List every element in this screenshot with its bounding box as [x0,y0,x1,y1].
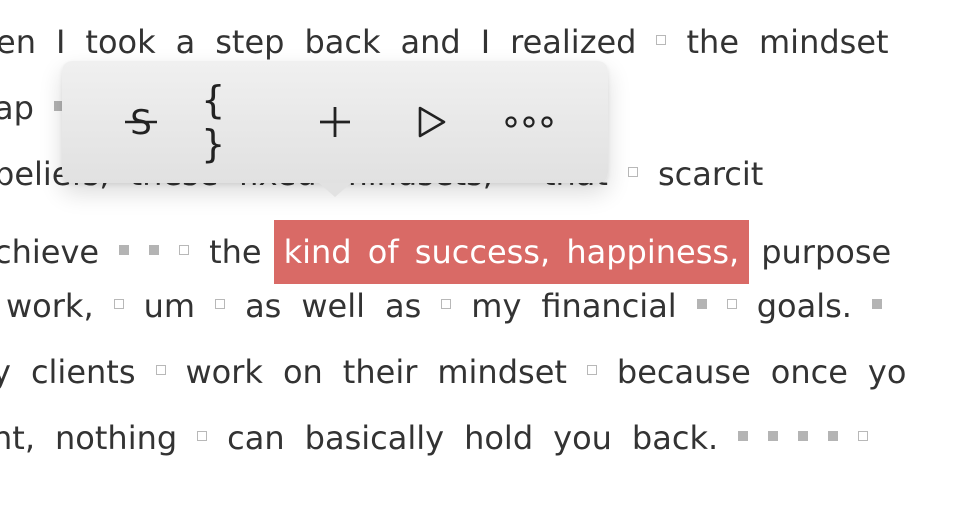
code-braces-button[interactable]: { } [202,78,274,166]
pause-marker-filled[interactable] [738,431,749,441]
transcript-word[interactable]: nt, [0,418,35,458]
strikethrough-button[interactable]: S [105,86,177,158]
pause-marker-empty[interactable] [726,299,737,309]
transcript-line[interactable]: work, um as well as my financial goals. [6,286,902,326]
pause-marker-empty[interactable] [179,245,190,255]
pause-marker-empty[interactable] [858,431,869,441]
transcript-word[interactable]: chieve [0,232,99,272]
transcript-word[interactable]: work [186,352,263,392]
strikethrough-icon: S [124,103,157,142]
transcript-word[interactable]: on [283,352,323,392]
transcript-word[interactable]: goals. [757,286,852,326]
transcript-word[interactable]: I [56,22,65,62]
transcript-word[interactable]: as [245,286,281,326]
transcript-word[interactable]: a [176,22,196,62]
transcript-word[interactable]: and [401,22,461,62]
pause-marker-empty[interactable] [197,431,208,441]
pause-marker-filled[interactable] [149,245,160,255]
pause-marker-filled[interactable] [871,299,882,309]
pause-marker-empty[interactable] [155,365,166,375]
pause-marker-filled[interactable] [696,299,707,309]
transcript-word[interactable]: purpose [761,232,891,272]
transcript-word[interactable]: clients [31,352,136,392]
transcript-word[interactable]: the [686,22,739,62]
transcript-line[interactable]: en Itook a step back and Irealized the mindset [0,22,909,62]
more-button[interactable] [493,86,565,158]
transcript-word[interactable]: yo [868,352,907,392]
transcript-word[interactable]: um [144,286,195,326]
pause-marker-empty[interactable] [586,365,597,375]
transcript-word[interactable]: back [304,22,380,62]
transcript-word[interactable]: realized [510,22,636,62]
transcript-word[interactable]: mindset [759,22,889,62]
transcript-word[interactable]: basically [305,418,444,458]
plus-icon [319,107,350,137]
more-icon [505,116,553,128]
transcript-word[interactable]: nothing [55,418,177,458]
add-button[interactable] [299,86,371,158]
pause-marker-filled[interactable] [768,431,779,441]
transcript-word[interactable]: their [343,352,418,392]
transcript-word[interactable]: well [301,286,365,326]
pause-marker-filled[interactable] [119,245,130,255]
transcript-word[interactable]: work, [6,286,94,326]
braces-icon: { } [201,78,229,166]
transcript-word[interactable]: financial [541,286,676,326]
pause-marker-empty[interactable] [215,299,226,309]
play-icon [418,106,446,138]
floating-format-toolbar: S { } [62,61,608,197]
transcript-word[interactable]: I [481,22,490,62]
transcript-word[interactable]: y [0,352,11,392]
pause-marker-empty[interactable] [441,299,452,309]
pause-marker-empty[interactable] [113,299,124,309]
pause-marker-filled[interactable] [828,431,839,441]
transcript-word[interactable]: step [215,22,284,62]
transcript-word[interactable]: mindset [437,352,567,392]
transcript-word[interactable]: my [471,286,521,326]
pause-marker-filled[interactable] [798,431,809,441]
pause-marker-empty[interactable] [656,35,667,45]
play-button[interactable] [396,86,468,158]
transcript-word[interactable]: scarcit [658,154,763,194]
transcript-word[interactable]: as [385,286,421,326]
transcript-word[interactable]: the [209,232,262,272]
transcript-word[interactable]: once [771,352,848,392]
transcript-line[interactable]: nt, nothing can basically hold you back. [0,418,888,458]
transcript-word[interactable]: hold [464,418,533,458]
transcript-word[interactable]: ap [0,88,34,128]
transcript-word[interactable]: you [553,418,612,458]
transcript-word[interactable]: can [227,418,284,458]
transcript-word[interactable]: back. [632,418,718,458]
transcript-line[interactable]: chieve the kind of success, happiness, purp… [0,220,911,284]
transcript-word[interactable]: because [617,352,751,392]
transcript-line[interactable]: y clients work on their mindset because once yo [0,352,926,392]
pause-marker-empty[interactable] [627,167,638,177]
selected-text[interactable]: kind of success, happiness, [273,220,750,284]
transcript-word[interactable]: en [0,22,36,62]
transcript-word[interactable]: took [85,22,155,62]
